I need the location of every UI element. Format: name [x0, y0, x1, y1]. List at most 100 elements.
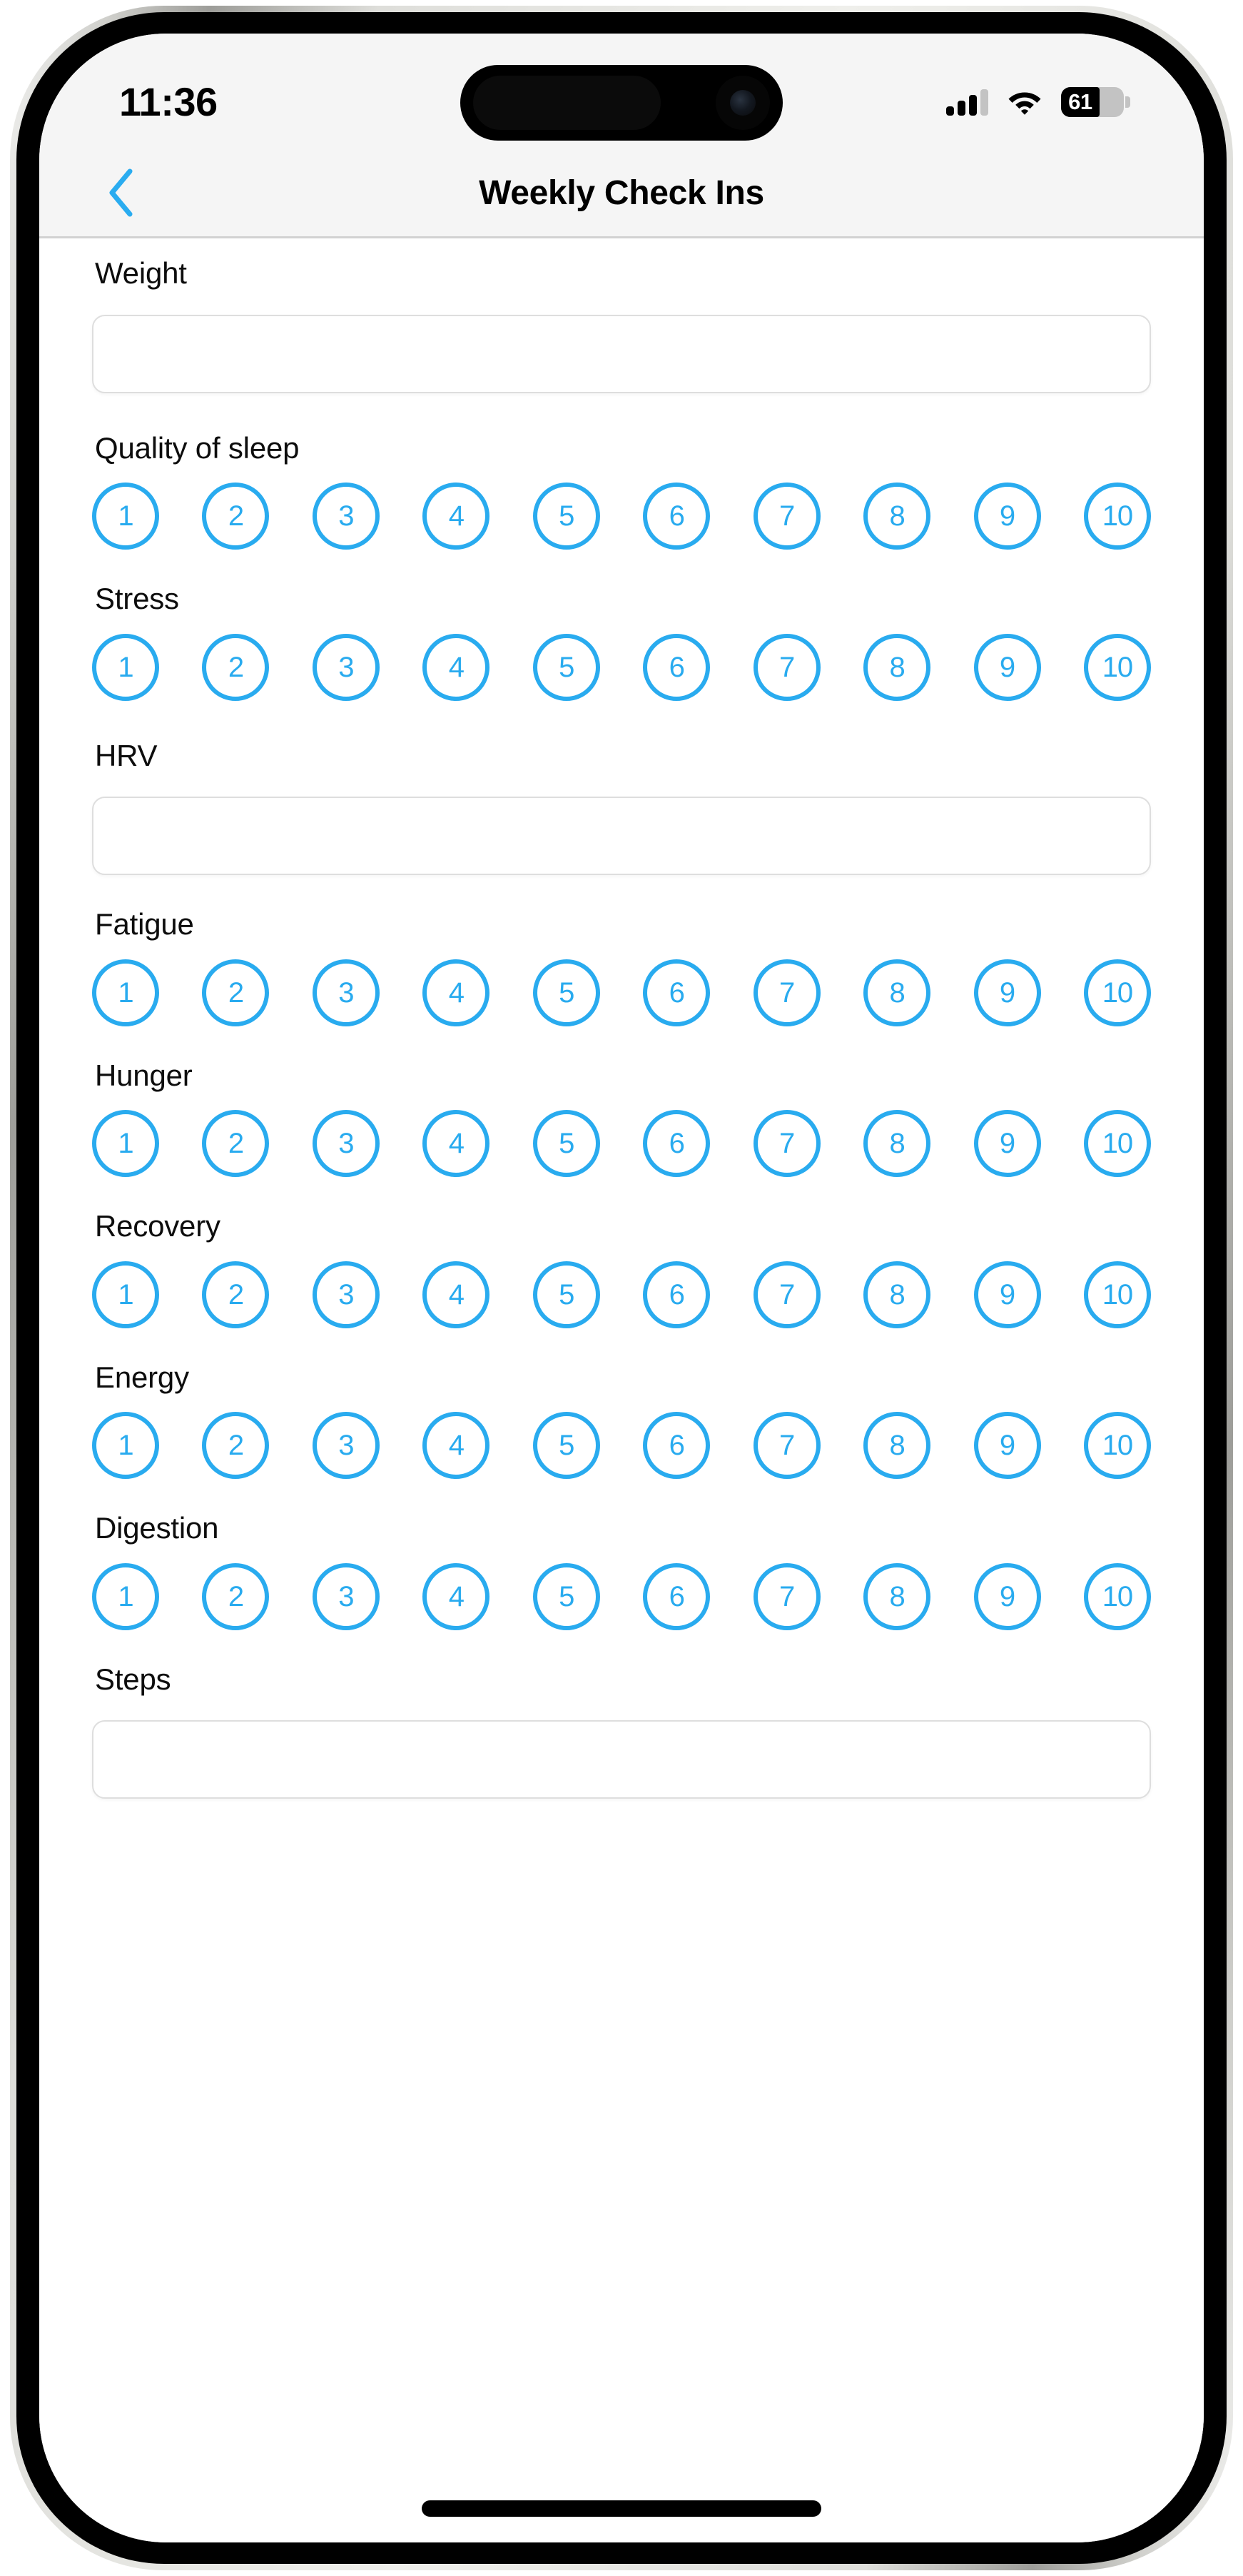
- rating-option-hunger-9[interactable]: 9: [973, 1110, 1041, 1178]
- rating-option-digestion-10[interactable]: 10: [1083, 1562, 1151, 1630]
- field-label-recovery: Recovery: [95, 1209, 220, 1243]
- rating-option-fatigue-3[interactable]: 3: [312, 959, 380, 1026]
- rating-option-fatigue-7[interactable]: 7: [753, 959, 821, 1026]
- rating-option-digestion-8[interactable]: 8: [863, 1562, 931, 1630]
- rating-option-fatigue-6[interactable]: 6: [643, 959, 711, 1026]
- rating-option-digestion-2[interactable]: 2: [202, 1562, 270, 1630]
- rating-row-hunger: 1 2 3 4 5 6 7 8 9 10: [92, 1110, 1151, 1178]
- rating-option-hunger-5[interactable]: 5: [532, 1110, 600, 1178]
- home-indicator: [422, 2500, 821, 2517]
- rating-option-digestion-4[interactable]: 4: [422, 1562, 490, 1630]
- rating-option-recovery-2[interactable]: 2: [202, 1261, 270, 1328]
- rating-option-fatigue-10[interactable]: 10: [1083, 959, 1151, 1026]
- rating-row-quality-of-sleep: 1 2 3 4 5 6 7 8 9 10: [92, 483, 1151, 550]
- rating-option-digestion-9[interactable]: 9: [973, 1562, 1041, 1630]
- rating-option-stress-10[interactable]: 10: [1083, 633, 1151, 701]
- rating-option-stress-2[interactable]: 2: [202, 633, 270, 701]
- rating-option-energy-4[interactable]: 4: [422, 1412, 490, 1480]
- field-group-stress: Stress 1 2 3 4 5 6 7 8 9 10: [92, 550, 1151, 701]
- field-group-hunger: Hunger 1 2 3 4 5 6 7 8 9 10: [92, 1026, 1151, 1178]
- front-camera-icon: [716, 76, 770, 130]
- weight-input[interactable]: [92, 314, 1151, 393]
- rating-option-hunger-7[interactable]: 7: [753, 1110, 821, 1178]
- rating-option-stress-3[interactable]: 3: [312, 633, 380, 701]
- rating-option-recovery-7[interactable]: 7: [753, 1261, 821, 1328]
- rating-option-recovery-3[interactable]: 3: [312, 1261, 380, 1328]
- field-group-weight: Weight: [92, 238, 1151, 393]
- rating-option-hunger-8[interactable]: 8: [863, 1110, 931, 1178]
- rating-option-recovery-1[interactable]: 1: [92, 1261, 159, 1328]
- field-group-digestion: Digestion 1 2 3 4 5 6 7 8 9 10: [92, 1479, 1151, 1630]
- steps-input[interactable]: [92, 1720, 1151, 1799]
- rating-option-digestion-6[interactable]: 6: [643, 1562, 711, 1630]
- rating-option-hunger-10[interactable]: 10: [1083, 1110, 1151, 1178]
- rating-option-quality-of-sleep-4[interactable]: 4: [422, 483, 490, 550]
- battery-cap: [1125, 96, 1130, 108]
- wifi-icon: [1008, 92, 1041, 115]
- rating-option-quality-of-sleep-6[interactable]: 6: [643, 483, 711, 550]
- phone-screen: 11:36 61 Weekly Check Ins Weight Quality…: [39, 34, 1204, 2542]
- rating-option-fatigue-8[interactable]: 8: [863, 959, 931, 1026]
- rating-option-quality-of-sleep-10[interactable]: 10: [1083, 483, 1151, 550]
- rating-option-energy-2[interactable]: 2: [202, 1412, 270, 1480]
- rating-option-stress-6[interactable]: 6: [643, 633, 711, 701]
- rating-option-quality-of-sleep-5[interactable]: 5: [532, 483, 600, 550]
- rating-option-recovery-5[interactable]: 5: [532, 1261, 600, 1328]
- rating-option-stress-5[interactable]: 5: [532, 633, 600, 701]
- rating-option-quality-of-sleep-8[interactable]: 8: [863, 483, 931, 550]
- status-bar-time: 11:36: [119, 79, 218, 124]
- rating-option-hunger-1[interactable]: 1: [92, 1110, 159, 1178]
- checkin-form[interactable]: Weight Quality of sleep 1 2 3 4 5 6 7 8 9 10 Stress 1…: [39, 238, 1204, 2542]
- rating-option-digestion-3[interactable]: 3: [312, 1562, 380, 1630]
- rating-option-fatigue-2[interactable]: 2: [202, 959, 270, 1026]
- rating-option-recovery-4[interactable]: 4: [422, 1261, 490, 1328]
- rating-option-hunger-6[interactable]: 6: [643, 1110, 711, 1178]
- rating-option-hunger-2[interactable]: 2: [202, 1110, 270, 1178]
- field-label-stress: Stress: [95, 582, 179, 616]
- field-group-energy: Energy 1 2 3 4 5 6 7 8 9 10: [92, 1328, 1151, 1480]
- rating-option-recovery-10[interactable]: 10: [1083, 1261, 1151, 1328]
- rating-option-digestion-5[interactable]: 5: [532, 1562, 600, 1630]
- rating-option-fatigue-4[interactable]: 4: [422, 959, 490, 1026]
- rating-option-stress-4[interactable]: 4: [422, 633, 490, 701]
- chevron-left-icon: [109, 168, 133, 217]
- rating-option-digestion-1[interactable]: 1: [92, 1562, 159, 1630]
- field-label-energy: Energy: [95, 1360, 189, 1394]
- rating-option-energy-5[interactable]: 5: [532, 1412, 600, 1480]
- rating-row-fatigue: 1 2 3 4 5 6 7 8 9 10: [92, 959, 1151, 1026]
- rating-option-quality-of-sleep-2[interactable]: 2: [202, 483, 270, 550]
- dynamic-island-pill: [473, 76, 661, 130]
- status-bar-icons: 61: [946, 87, 1130, 117]
- rating-option-stress-8[interactable]: 8: [863, 633, 931, 701]
- rating-option-stress-9[interactable]: 9: [973, 633, 1041, 701]
- rating-option-energy-3[interactable]: 3: [312, 1412, 380, 1480]
- rating-option-stress-7[interactable]: 7: [753, 633, 821, 701]
- cellular-signal-icon: [946, 89, 988, 116]
- rating-option-quality-of-sleep-3[interactable]: 3: [312, 483, 380, 550]
- rating-option-stress-1[interactable]: 1: [92, 633, 159, 701]
- rating-option-hunger-3[interactable]: 3: [312, 1110, 380, 1178]
- rating-option-recovery-6[interactable]: 6: [643, 1261, 711, 1328]
- rating-option-energy-9[interactable]: 9: [973, 1412, 1041, 1480]
- rating-option-energy-6[interactable]: 6: [643, 1412, 711, 1480]
- rating-option-quality-of-sleep-1[interactable]: 1: [92, 483, 159, 550]
- hrv-input[interactable]: [92, 797, 1151, 876]
- rating-option-energy-8[interactable]: 8: [863, 1412, 931, 1480]
- rating-option-fatigue-5[interactable]: 5: [532, 959, 600, 1026]
- rating-option-fatigue-1[interactable]: 1: [92, 959, 159, 1026]
- rating-option-energy-10[interactable]: 10: [1083, 1412, 1151, 1480]
- rating-option-hunger-4[interactable]: 4: [422, 1110, 490, 1178]
- rating-row-stress: 1 2 3 4 5 6 7 8 9 10: [92, 633, 1151, 701]
- field-label-steps: Steps: [95, 1662, 171, 1696]
- rating-option-recovery-9[interactable]: 9: [973, 1261, 1041, 1328]
- rating-option-fatigue-9[interactable]: 9: [973, 959, 1041, 1026]
- battery-icon: 61: [1061, 87, 1130, 117]
- rating-option-quality-of-sleep-7[interactable]: 7: [753, 483, 821, 550]
- rating-option-energy-7[interactable]: 7: [753, 1412, 821, 1480]
- field-group-steps: Steps: [92, 1630, 1151, 1799]
- rating-option-digestion-7[interactable]: 7: [753, 1562, 821, 1630]
- rating-option-quality-of-sleep-9[interactable]: 9: [973, 483, 1041, 550]
- rating-option-recovery-8[interactable]: 8: [863, 1261, 931, 1328]
- back-button[interactable]: [95, 166, 148, 219]
- rating-option-energy-1[interactable]: 1: [92, 1412, 159, 1480]
